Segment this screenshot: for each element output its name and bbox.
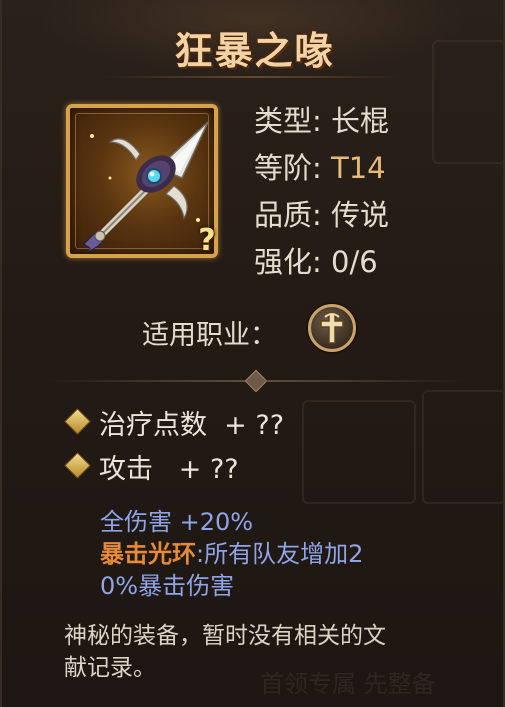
bonus-all-damage: 全伤害 +20% [100, 508, 254, 536]
item-enhance-row: 强化: 0/6 [254, 239, 378, 281]
stat-healing-text: 治疗点数 + ?? [99, 410, 285, 441]
aura-line-2: 0%暴击伤害 [100, 572, 235, 600]
item-type-row: 类型: 长棍 [254, 98, 389, 140]
background-decoration [422, 390, 503, 504]
holy-cross-icon[interactable] [308, 304, 356, 352]
item-enhance-value: 0/6 [331, 245, 378, 279]
item-tier-row: 等阶: T14 [254, 145, 386, 187]
item-tier-label: 等阶: [254, 151, 331, 185]
item-enhance-label: 强化: [254, 245, 331, 279]
applicable-class-label: 适用职业： [142, 320, 277, 351]
aura-line-1: 暴击光环:所有队友增加2 [100, 534, 363, 569]
item-quality-value: 传说 [331, 198, 390, 232]
gold-diamond-icon [64, 408, 91, 435]
description-line-1: 神秘的装备，暂时没有相关的文 [64, 623, 386, 649]
item-type-value: 长棍 [331, 104, 390, 138]
aura-effect-part1: :所有队友增加2 [196, 540, 364, 568]
item-tier-value: T14 [331, 151, 386, 185]
aura-name: 暴击光环 [100, 540, 196, 568]
unknown-badge: ? [198, 223, 216, 258]
stat-attack-text: 攻击 + ?? [99, 454, 239, 485]
stat-row-attack: 攻击 + ?? [64, 447, 239, 486]
item-tooltip-panel: 狂暴之喙 ? 类型: 长棍 等阶: T14 品质: 传说 强化: 0/6 适用职… [0, 0, 505, 707]
item-quality-row: 品质: 传说 [254, 192, 389, 234]
stat-row-healing: 治疗点数 + ?? [64, 403, 284, 442]
item-quality-label: 品质: [254, 198, 331, 232]
section-divider-left [42, 380, 247, 382]
section-divider-right [264, 380, 469, 382]
gold-diamond-icon [64, 452, 91, 479]
title-underline [102, 76, 407, 78]
item-type-label: 类型: [254, 104, 331, 138]
cross-glyph-icon [320, 312, 344, 344]
item-title: 狂暴之喙 [174, 29, 335, 73]
background-watermark-text: 首领专属 先整备 [260, 670, 436, 698]
background-decoration [302, 400, 416, 504]
